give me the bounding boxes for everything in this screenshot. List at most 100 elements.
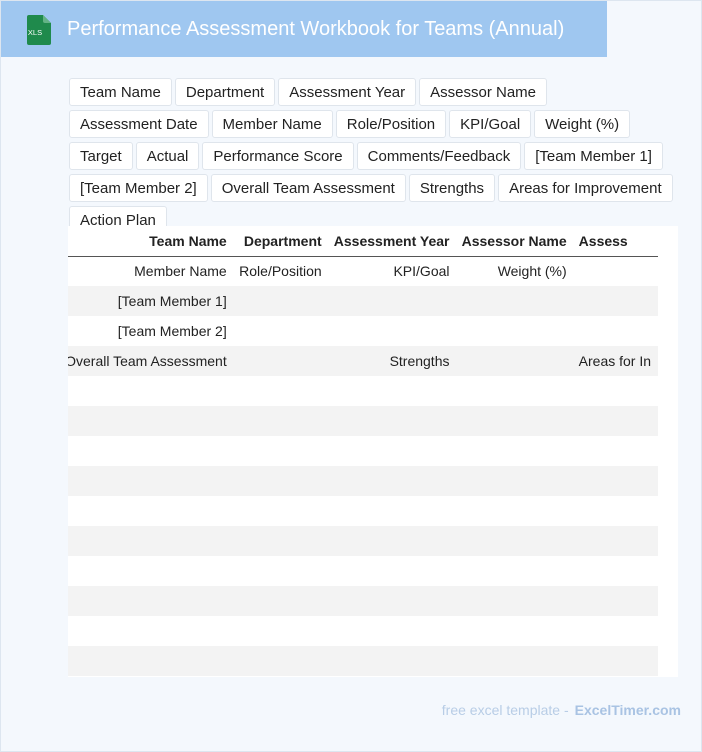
table-cell[interactable] [327,286,456,316]
table-cell[interactable] [573,616,658,646]
column-header: Assess [572,226,658,257]
table-cell[interactable] [455,286,573,316]
table-cell[interactable] [232,406,328,436]
spreadsheet-table: Team Name Department Assessment Year Assess… [68,226,658,676]
table-cell[interactable] [233,496,328,526]
table-cell[interactable] [455,526,573,556]
table-cell[interactable] [68,496,233,526]
table-cell[interactable] [68,646,233,676]
table-cell[interactable] [327,466,456,496]
table-cell[interactable] [68,556,233,586]
field-tag[interactable]: Assessment Year [278,78,417,106]
table-cell[interactable] [327,646,456,676]
table-cell[interactable] [572,646,658,676]
table-cell[interactable] [573,496,658,526]
table-cell[interactable] [572,406,658,436]
table-cell[interactable] [327,526,456,556]
table-cell[interactable] [233,616,328,646]
xls-file-icon: XLS [27,15,51,45]
table-cell[interactable] [233,376,328,406]
table-header-row: Team Name Department Assessment Year Assess… [68,226,658,257]
table-cell[interactable] [232,526,328,556]
table-cell[interactable] [328,616,456,646]
footer-brand-link[interactable]: ExcelTimer.com [575,702,681,718]
table-cell[interactable]: Role/Position [233,256,328,286]
table-cell[interactable] [68,526,233,556]
table-cell[interactable] [68,586,233,616]
table-cell[interactable] [68,436,233,466]
table-row: 9 [68,526,658,556]
table-cell[interactable] [68,466,233,496]
field-tag[interactable]: Member Name [211,110,333,138]
table-cell[interactable] [455,646,573,676]
table-cell[interactable] [68,376,233,406]
table-cell[interactable]: Strengths [327,346,456,376]
table-cell[interactable] [232,586,328,616]
table-cell[interactable] [456,496,573,526]
table-cell[interactable]: [Team Member 1] [68,286,233,316]
field-tag[interactable]: Areas for Improvement [498,174,673,202]
table-cell[interactable] [328,556,456,586]
table-cell[interactable] [232,466,328,496]
table-row: 6 [68,436,658,466]
table-cell[interactable] [456,616,573,646]
table-cell[interactable] [328,316,456,346]
table-cell[interactable]: [Team Member 2] [68,316,233,346]
table-cell[interactable] [328,376,456,406]
table-cell[interactable] [327,406,456,436]
table-row: 2[Team Member 2] [68,316,658,346]
table-row: 3 [68,646,658,676]
field-tag[interactable]: Team Name [69,78,172,106]
field-tag[interactable]: [Team Member 1] [524,142,663,170]
table-cell[interactable] [455,346,573,376]
field-tag[interactable]: Assessor Name [419,78,548,106]
field-tag[interactable]: KPI/Goal [449,110,532,138]
table-cell[interactable] [573,256,658,286]
table-cell[interactable] [233,316,328,346]
field-tag[interactable]: Actual [135,142,200,170]
field-tag[interactable]: Comments/Feedback [356,142,522,170]
table-cell[interactable]: Overall Team Assessment [68,346,233,376]
field-tag[interactable]: Target [69,142,133,170]
table-cell[interactable]: KPI/Goal [328,256,456,286]
table-cell[interactable] [572,466,658,496]
column-header: Assessor Name [455,226,573,257]
field-tag[interactable]: Assessment Date [69,110,209,138]
table-cell[interactable] [328,496,456,526]
table-cell[interactable] [572,526,658,556]
table-cell[interactable]: Weight (%) [456,256,573,286]
table-cell[interactable] [68,406,233,436]
column-header: Team Name [68,226,233,257]
table-cell[interactable]: Areas for In [572,346,658,376]
table-cell[interactable] [573,556,658,586]
field-tag[interactable]: Weight (%) [534,110,631,138]
table-cell[interactable] [456,316,573,346]
table-cell[interactable] [232,346,328,376]
table-cell[interactable] [456,376,573,406]
field-tag[interactable]: Department [174,78,276,106]
table-cell[interactable] [327,586,456,616]
table-cell[interactable] [455,466,573,496]
field-tag[interactable]: Strengths [408,174,496,202]
field-tag[interactable]: Performance Score [202,142,354,170]
table-cell[interactable] [232,646,328,676]
table-cell[interactable] [573,436,658,466]
table-cell[interactable] [455,406,573,436]
table-cell[interactable] [573,376,658,406]
table-cell[interactable] [455,586,573,616]
table-cell[interactable] [573,316,658,346]
table-cell[interactable] [572,586,658,616]
spreadsheet-preview[interactable]: Team Name Department Assessment Year Assess… [68,226,678,677]
field-tag[interactable]: Role/Position [335,110,447,138]
field-tag[interactable]: Overall Team Assessment [210,174,406,202]
table-cell[interactable] [456,556,573,586]
field-tag[interactable]: [Team Member 2] [69,174,208,202]
table-cell[interactable] [68,616,233,646]
table-cell[interactable] [572,286,658,316]
table-cell[interactable] [328,436,456,466]
table-cell[interactable] [456,436,573,466]
table-cell[interactable] [232,286,328,316]
table-cell[interactable]: Member Name [68,256,233,286]
table-cell[interactable] [233,556,328,586]
table-cell[interactable] [233,436,328,466]
